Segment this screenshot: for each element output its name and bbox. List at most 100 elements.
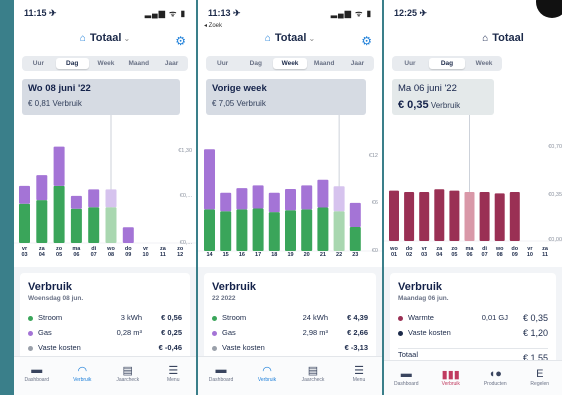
row-label: Warmte — [408, 313, 434, 322]
tab-jaar[interactable]: Jaar — [155, 56, 188, 71]
bar-stroom-19[interactable] — [285, 210, 296, 251]
bar-stroom-ma-06[interactable] — [70, 208, 82, 243]
header-title[interactable]: ⌂ Totaal ⌄ — [14, 32, 196, 50]
bar-warmte-wo-01[interactable] — [389, 190, 399, 241]
nav-producten[interactable]: ◖● Producten — [473, 361, 518, 395]
bar-stroom-14[interactable] — [204, 209, 215, 251]
nav-menu[interactable]: ☰ Menu — [336, 357, 382, 395]
bar-gas-wo-08[interactable] — [105, 189, 117, 208]
bar-warmte-wo-08[interactable] — [494, 193, 505, 241]
x-tick-label: di 07 — [88, 246, 100, 258]
status-bar: 11:13 ✈ ▂▄▆ ᯤ ▮ — [208, 8, 372, 22]
nav-label: Menu — [352, 377, 366, 383]
nav-jaarcheck[interactable]: ▤ Jaarcheck — [290, 357, 336, 395]
tab-maand[interactable]: Maand — [308, 56, 341, 71]
bar-gas-18[interactable] — [268, 192, 280, 213]
bar-gas-zo-05[interactable] — [53, 146, 65, 186]
x-tick-label: 16 — [238, 252, 245, 258]
nav-dashboard[interactable]: ▬ Dashboard — [14, 357, 60, 395]
bar-gas-di-07[interactable] — [88, 189, 100, 208]
fixed-costs-dot-icon — [28, 346, 33, 351]
tab-uur[interactable]: Uur — [392, 56, 428, 71]
nav-regelen[interactable]: E Regelen — [518, 361, 562, 395]
bar-gas-21[interactable] — [317, 179, 329, 208]
bar-warmte-ma-06[interactable] — [464, 192, 475, 241]
bar-warmte-do-09[interactable] — [509, 192, 520, 241]
nav-verbruik[interactable]: ▮▮▮ Verbruik — [429, 361, 474, 395]
bar-gas-vr-03[interactable] — [19, 185, 30, 204]
y-axis-label-top: €12 — [368, 153, 378, 159]
nav-label: Verbruik — [441, 381, 460, 387]
bar-gas-17[interactable] — [252, 185, 264, 209]
bar-stroom-vr-03[interactable] — [19, 203, 30, 243]
row-label: Vaste kosten — [222, 343, 265, 352]
tab-week[interactable]: Week — [90, 56, 123, 71]
bar-stroom-16[interactable] — [236, 209, 248, 251]
bar-stroom-zo-05[interactable] — [53, 185, 65, 243]
dashboard-icon: ▬ — [31, 364, 43, 376]
row-amount: 0,28 m³ — [116, 328, 142, 337]
status-icons: ▂▄▆ ᯤ ▮ — [144, 9, 186, 18]
tab-dag[interactable]: Dag — [239, 56, 272, 71]
tab-dag[interactable]: Dag — [55, 58, 89, 69]
bar-warmte-za-04[interactable] — [434, 189, 445, 241]
bar-gas-22[interactable] — [333, 186, 345, 212]
x-tick-label: 23 — [352, 252, 359, 258]
bar-gas-do-09[interactable] — [122, 227, 134, 243]
usage-bar-chart[interactable] — [384, 115, 562, 260]
usage-row-stroom: Stroom 3 kWh € 0,56 — [28, 312, 182, 327]
bar-stroom-21[interactable] — [317, 207, 329, 251]
nav-verbruik[interactable]: ◠ Verbruik — [60, 357, 106, 395]
nav-label: Dashboard — [24, 377, 49, 383]
bar-stroom-za-04[interactable] — [36, 200, 48, 243]
card-date: 22 2022 — [212, 295, 236, 302]
period-tabs: Uur Dag Week — [392, 56, 502, 71]
nav-menu[interactable]: ☰ Menu — [151, 357, 197, 395]
header-title[interactable]: ⌂ Totaal — [444, 32, 562, 50]
bar-gas-19[interactable] — [285, 189, 296, 211]
bar-gas-ma-06[interactable] — [70, 195, 82, 209]
clipboard-icon: ▤ — [307, 365, 319, 377]
bar-warmte-do-02[interactable] — [404, 192, 415, 241]
tab-week[interactable]: Week — [273, 58, 307, 69]
bar-gas-14[interactable] — [204, 149, 215, 210]
bar-stroom-di-07[interactable] — [88, 207, 100, 243]
tab-dag[interactable]: Dag — [429, 58, 465, 69]
bar-stroom-wo-08[interactable] — [105, 207, 117, 243]
tab-week[interactable]: Week — [466, 56, 502, 71]
nav-label: Verbruik — [257, 377, 277, 383]
cost-value: € 0,81 — [28, 99, 51, 108]
y-axis-label-bottom: €0,00 — [548, 237, 562, 243]
nav-jaarcheck[interactable]: ▤ Jaarcheck — [105, 357, 151, 395]
back-to-search-link[interactable]: ◂ Zoek — [204, 22, 222, 29]
bar-gas-16[interactable] — [236, 188, 248, 210]
bar-warmte-di-07[interactable] — [479, 192, 490, 241]
x-axis-labels: wo 01 do 02 vr 03 za 04 zo 05 ma 06 di 07 wo 08 do 09 vr 10… — [384, 246, 562, 262]
nav-label: Regelen — [530, 381, 550, 387]
nav-dashboard[interactable]: ▬ Dashboard — [384, 361, 429, 395]
tab-uur[interactable]: Uur — [22, 56, 55, 71]
bar-warmte-vr-03[interactable] — [419, 192, 430, 241]
gear-icon[interactable]: ⚙ — [361, 34, 372, 48]
gas-dot-icon — [212, 331, 217, 336]
nav-dashboard[interactable]: ▬ Dashboard — [198, 357, 244, 395]
dashboard-icon: ▬ — [400, 368, 412, 380]
usage-bar-chart[interactable] — [198, 115, 382, 260]
x-tick-label: 17 — [255, 252, 262, 258]
gear-icon[interactable]: ⚙ — [175, 34, 186, 48]
header-title[interactable]: ⌂ Totaal ⌄ — [198, 32, 382, 50]
usage-bar-chart[interactable] — [14, 115, 196, 260]
bar-gas-za-04[interactable] — [36, 175, 48, 201]
cost-unit: Verbruik — [430, 101, 461, 110]
bar-stroom-20[interactable] — [301, 209, 313, 251]
nav-verbruik[interactable]: ◠ Verbruik — [244, 357, 290, 395]
bar-gas-20[interactable] — [301, 185, 313, 210]
tab-maand[interactable]: Maand — [122, 56, 155, 71]
bar-gas-15[interactable] — [220, 192, 232, 212]
tab-uur[interactable]: Uur — [206, 56, 239, 71]
tab-jaar[interactable]: Jaar — [341, 56, 374, 71]
bar-gas-23[interactable] — [349, 202, 361, 227]
bar-warmte-zo-05[interactable] — [449, 190, 460, 241]
x-tick-day: 12 — [177, 252, 184, 258]
bar-stroom-17[interactable] — [252, 208, 264, 251]
